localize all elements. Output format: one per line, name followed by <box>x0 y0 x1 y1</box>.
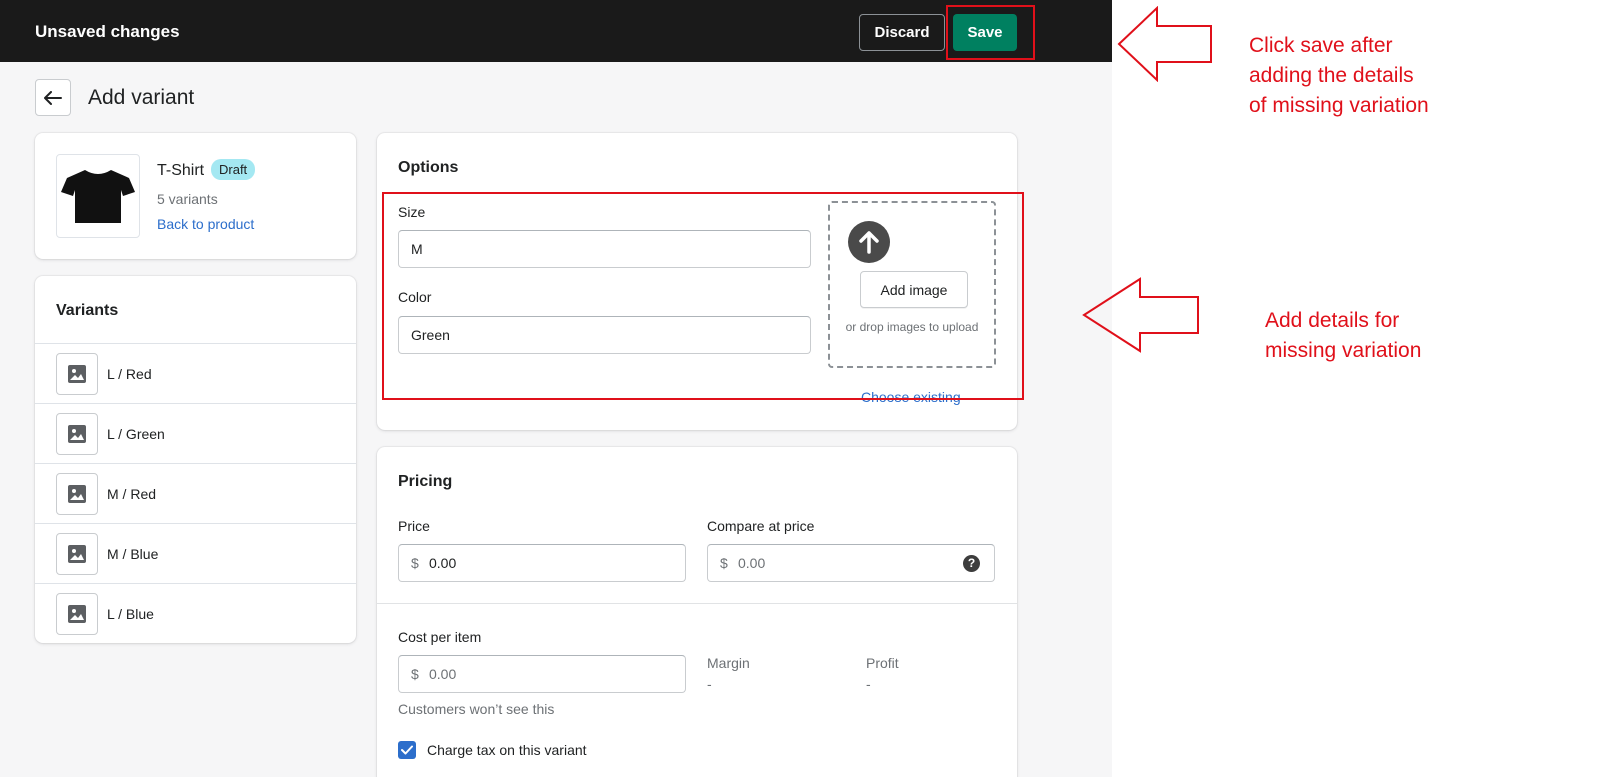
currency-symbol: $ <box>720 555 728 571</box>
variant-thumbnail <box>56 413 98 455</box>
margin-value: - <box>707 676 712 692</box>
options-highlight-box <box>382 192 1024 400</box>
admin-app: Unsaved changes Discard Save Add variant… <box>0 0 1112 777</box>
variant-list-item[interactable]: L / Blue <box>35 583 356 643</box>
back-button[interactable] <box>35 79 71 116</box>
pricing-card: Pricing Price $ 0.00 Compare at price $ … <box>377 447 1017 777</box>
image-placeholder-icon <box>68 485 86 503</box>
variant-label: L / Blue <box>107 606 154 622</box>
charge-tax-checkbox[interactable] <box>398 741 416 759</box>
hollow-arrow-left-icon <box>1117 6 1212 82</box>
variant-count: 5 variants <box>157 191 218 207</box>
arrow-left-icon <box>44 90 62 105</box>
variant-thumbnail <box>56 533 98 575</box>
divider <box>377 603 1017 604</box>
back-to-product-link[interactable]: Back to product <box>157 216 254 232</box>
compare-at-price-placeholder: 0.00 <box>738 555 766 571</box>
variant-thumbnail <box>56 353 98 395</box>
profit-label: Profit <box>866 655 899 671</box>
cost-per-item-input[interactable]: $ 0.00 <box>398 655 686 693</box>
options-title: Options <box>398 159 459 176</box>
currency-symbol: $ <box>411 666 419 682</box>
page-title: Add variant <box>88 86 195 109</box>
variant-thumbnail <box>56 593 98 635</box>
charge-tax-label: Charge tax on this variant <box>427 742 587 758</box>
currency-symbol: $ <box>411 555 419 571</box>
price-input[interactable]: $ 0.00 <box>398 544 686 582</box>
variant-list-item[interactable]: M / Blue <box>35 523 356 583</box>
image-placeholder-icon <box>68 365 86 383</box>
question-icon[interactable]: ? <box>963 555 980 572</box>
tshirt-icon <box>61 170 135 223</box>
variant-label: M / Red <box>107 486 157 502</box>
status-badge: Draft <box>211 159 256 180</box>
variant-thumbnail <box>56 473 98 515</box>
image-placeholder-icon <box>68 425 86 443</box>
variant-label: M / Blue <box>107 546 159 562</box>
product-name: T-Shirt <box>157 162 205 179</box>
profit-value: - <box>866 676 871 692</box>
variant-list-item[interactable]: L / Red <box>35 343 356 403</box>
variants-card: Variants L / Red L / Green M / Red M / B… <box>35 276 356 643</box>
product-thumbnail <box>56 154 140 238</box>
hollow-arrow-left-icon <box>1082 277 1199 353</box>
product-summary-card: T-Shirt Draft 5 variants Back to product <box>35 133 356 259</box>
variants-title: Variants <box>56 302 119 319</box>
discard-button[interactable]: Discard <box>859 14 945 51</box>
variant-label: L / Green <box>107 426 165 442</box>
cost-per-item-label: Cost per item <box>398 629 482 645</box>
cost-per-item-placeholder: 0.00 <box>429 666 457 682</box>
unsaved-changes-title: Unsaved changes <box>35 22 180 41</box>
variant-list-item[interactable]: M / Red <box>35 463 356 523</box>
margin-label: Margin <box>707 655 750 671</box>
price-label: Price <box>398 518 430 534</box>
variant-list-item[interactable]: L / Green <box>35 403 356 463</box>
price-value: 0.00 <box>429 555 457 571</box>
cost-help-text: Customers won’t see this <box>398 701 555 717</box>
image-placeholder-icon <box>68 545 86 563</box>
save-highlight-box <box>946 5 1035 60</box>
save-instruction-note: Click save after adding the details of m… <box>1249 34 1429 117</box>
details-instruction-note: Add details for missing variation <box>1265 309 1422 362</box>
image-placeholder-icon <box>68 605 86 623</box>
compare-at-price-input[interactable]: $ 0.00 ? <box>707 544 995 582</box>
pricing-title: Pricing <box>398 473 453 490</box>
variant-label: L / Red <box>107 366 152 382</box>
compare-at-price-label: Compare at price <box>707 518 815 534</box>
checkmark-icon <box>401 745 413 755</box>
